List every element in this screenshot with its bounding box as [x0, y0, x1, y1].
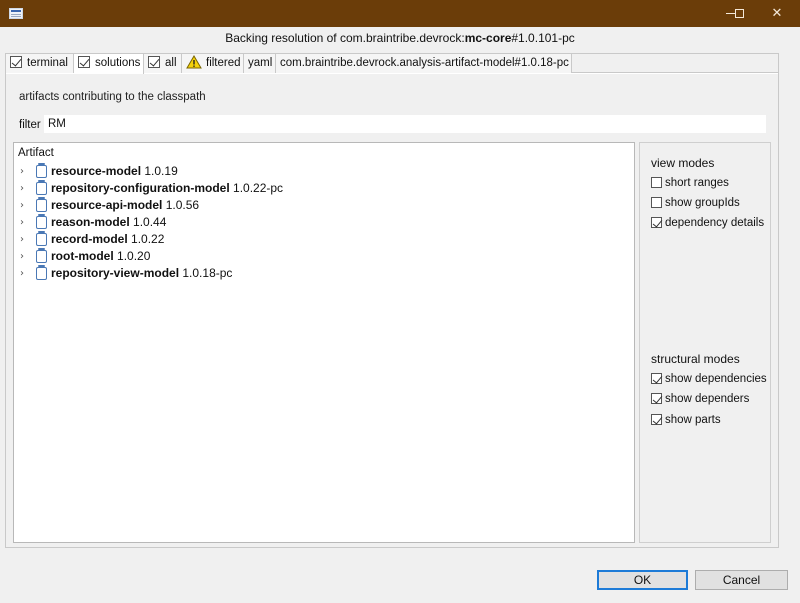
solutions-checkbox[interactable] [78, 56, 90, 68]
jar-icon [36, 163, 47, 178]
title-suffix: #1.0.101-pc [511, 31, 575, 45]
tab-yaml[interactable]: yaml [244, 54, 276, 73]
expand-chevron-icon[interactable]: › [20, 265, 28, 282]
tab-filtered[interactable]: filtered [182, 54, 244, 73]
tab-all[interactable]: all [144, 54, 182, 73]
jar-icon [36, 180, 47, 195]
expand-chevron-icon[interactable]: › [20, 248, 28, 265]
option-label: short ranges [665, 177, 729, 189]
tab-bar: terminal solutions all filtered yaml com… [5, 53, 779, 74]
tab-label: all [165, 57, 177, 69]
expand-chevron-icon[interactable]: › [20, 214, 28, 231]
expand-chevron-icon[interactable]: › [20, 180, 28, 197]
structural-modes-title: structural modes [651, 352, 740, 366]
artifact-version: 1.0.18-pc [182, 266, 233, 280]
expand-chevron-icon[interactable]: › [20, 231, 28, 248]
close-icon: ✕ [771, 6, 783, 21]
artifact-name: record-model [51, 232, 128, 246]
option-label: show parts [665, 414, 721, 426]
short-ranges-option[interactable]: short ranges [651, 177, 729, 189]
artifact-version: 1.0.22 [131, 232, 165, 246]
artifact-name: repository-configuration-model [51, 181, 230, 195]
tab-label: filtered [206, 57, 241, 69]
show-parts-option[interactable]: show parts [651, 414, 721, 426]
tree-column-header: Artifact [18, 147, 54, 159]
expand-chevron-icon[interactable]: › [20, 197, 28, 214]
jar-icon [36, 265, 47, 280]
show-parts-checkbox[interactable] [651, 414, 662, 425]
maximize-icon [734, 9, 744, 18]
tab-terminal[interactable]: terminal [6, 54, 74, 73]
option-label: show groupIds [665, 197, 740, 209]
modes-panel: view modes short ranges show groupIds de… [639, 142, 771, 543]
dependency-details-option[interactable]: dependency details [651, 217, 764, 229]
dialog-title: Backing resolution of com.braintribe.dev… [0, 31, 800, 45]
cancel-button[interactable]: Cancel [695, 570, 788, 590]
window-titlebar[interactable]: ✕ [0, 0, 800, 27]
artifact-version: 1.0.56 [165, 198, 200, 212]
title-prefix: Backing resolution of com.braintribe.dev… [225, 31, 465, 45]
close-button[interactable]: ✕ [754, 0, 800, 27]
option-label: show dependers [665, 393, 750, 405]
artifact-name: resource-api-model [51, 198, 163, 212]
tab-solutions[interactable]: solutions [74, 54, 144, 74]
expand-chevron-icon[interactable]: › [20, 163, 28, 180]
filter-label: filter [19, 119, 41, 131]
ok-button[interactable]: OK [597, 570, 688, 590]
artifact-name: repository-view-model [51, 266, 180, 280]
artifact-version: 1.0.20 [117, 249, 151, 263]
jar-icon [36, 214, 47, 229]
jar-icon [36, 231, 47, 246]
app-icon [9, 8, 23, 19]
tab-label: solutions [95, 57, 141, 69]
show-groupids-option[interactable]: show groupIds [651, 197, 740, 209]
jar-icon [36, 197, 47, 212]
artifact-tree[interactable]: Artifact › resource-model 1.0.19 › repos… [13, 142, 635, 543]
option-label: dependency details [665, 217, 765, 229]
terminal-checkbox[interactable] [10, 56, 22, 68]
tab-label: terminal [27, 57, 68, 69]
show-groupids-checkbox[interactable] [651, 197, 662, 208]
tab-label: yaml [248, 57, 273, 69]
maximize-button[interactable] [731, 0, 747, 27]
artifact-name: reason-model [51, 215, 130, 229]
artifact-name: root-model [51, 249, 114, 263]
show-dependencies-checkbox[interactable] [651, 373, 662, 384]
tab-analysis-artifact-model[interactable]: com.braintribe.devrock.analysis-artifact… [276, 54, 572, 73]
artifact-name: resource-model [51, 164, 142, 178]
show-dependers-option[interactable]: show dependers [651, 393, 749, 405]
section-label: artifacts contributing to the classpath [19, 91, 206, 103]
all-checkbox[interactable] [148, 56, 160, 68]
artifact-version: 1.0.44 [133, 215, 167, 229]
jar-icon [36, 248, 47, 263]
title-bold: mc-core [464, 31, 512, 45]
artifact-version: 1.0.19 [144, 164, 178, 178]
show-dependers-checkbox[interactable] [651, 393, 662, 404]
artifact-version: 1.0.22-pc [233, 181, 284, 195]
filter-input[interactable] [44, 115, 766, 133]
show-dependencies-option[interactable]: show dependencies [651, 373, 767, 385]
short-ranges-checkbox[interactable] [651, 177, 662, 188]
tab-label: com.braintribe.devrock.analysis-artifact… [280, 57, 569, 69]
option-label: show dependencies [665, 373, 767, 385]
warning-icon [186, 55, 202, 69]
dependency-details-checkbox[interactable] [651, 217, 662, 228]
view-modes-title: view modes [651, 156, 715, 170]
